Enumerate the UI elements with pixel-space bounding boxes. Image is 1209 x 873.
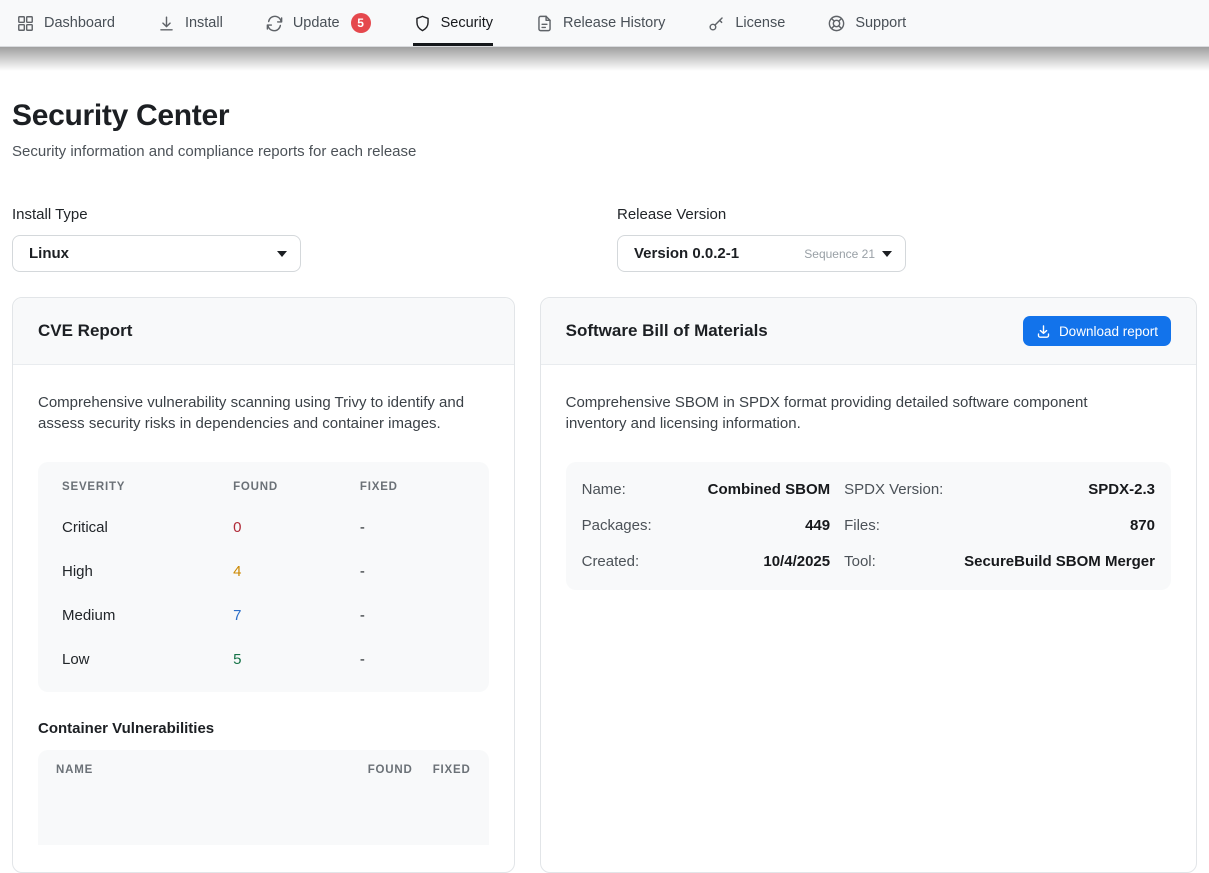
- filters-row: Install Type Linux Release Version Versi…: [12, 206, 1197, 272]
- container-vulnerabilities-title: Container Vulnerabilities: [38, 720, 489, 737]
- nav-item-dashboard[interactable]: Dashboard: [16, 0, 115, 46]
- sbom-files-label: Files:: [844, 508, 950, 544]
- release-version-select[interactable]: Version 0.0.2-1 Sequence 21: [617, 235, 906, 272]
- nav-label: Release History: [563, 15, 665, 31]
- sbom-tool-label: Tool:: [844, 544, 950, 580]
- chevron-down-icon: [277, 251, 287, 257]
- severity-fixed-count: -: [360, 563, 465, 580]
- download-icon: [1036, 324, 1051, 339]
- chevron-down-icon: [882, 251, 892, 257]
- nav-item-license[interactable]: License: [707, 0, 785, 46]
- page-title: Security Center: [12, 99, 1197, 133]
- severity-header-severity: SEVERITY: [62, 481, 233, 493]
- sbom-files-value: 870: [964, 508, 1155, 544]
- sequence-label: Sequence 21: [804, 247, 875, 261]
- severity-found-count: 4: [233, 563, 360, 580]
- install-type-label: Install Type: [12, 206, 592, 223]
- nav-label: Update: [293, 15, 340, 31]
- release-version-meta-group: Sequence 21: [804, 247, 892, 261]
- severity-table: SEVERITY FOUND FIXED Critical 0 - High 4…: [38, 462, 489, 692]
- severity-found-count: 0: [233, 519, 360, 536]
- header-shadow: [0, 47, 1209, 71]
- nav-item-support[interactable]: Support: [827, 0, 906, 46]
- sbom-name-label: Name:: [582, 472, 694, 508]
- cve-card-title: CVE Report: [38, 321, 132, 341]
- download-report-label: Download report: [1059, 324, 1158, 339]
- download-report-button[interactable]: Download report: [1023, 316, 1171, 346]
- nav-label: Security: [441, 15, 493, 31]
- cve-report-card: CVE Report Comprehensive vulnerability s…: [12, 297, 515, 873]
- update-count-badge: 5: [351, 13, 371, 33]
- document-icon: [535, 14, 554, 33]
- severity-row-high: High 4 -: [38, 550, 489, 594]
- severity-name: Critical: [62, 519, 233, 536]
- sbom-spdx-version-label: SPDX Version:: [844, 472, 950, 508]
- download-icon: [157, 14, 176, 33]
- cv-header-name: NAME: [56, 764, 337, 776]
- sbom-description: Comprehensive SBOM in SPDX format provid…: [566, 392, 1091, 435]
- sbom-card-title: Software Bill of Materials: [566, 321, 768, 341]
- severity-fixed-count: -: [360, 519, 465, 536]
- severity-row-critical: Critical 0 -: [38, 506, 489, 550]
- sbom-name-value: Combined SBOM: [708, 472, 831, 508]
- nav-item-update[interactable]: Update 5: [265, 0, 371, 46]
- severity-fixed-count: -: [360, 651, 465, 668]
- sbom-created-label: Created:: [582, 544, 694, 580]
- sbom-created-value: 10/4/2025: [708, 544, 831, 580]
- severity-row-medium: Medium 7 -: [38, 594, 489, 638]
- sbom-spdx-version-value: SPDX-2.3: [964, 472, 1155, 508]
- cv-header-found: FOUND: [337, 764, 413, 776]
- lifebuoy-icon: [827, 14, 846, 33]
- nav-label: License: [735, 15, 785, 31]
- severity-found-count: 5: [233, 651, 360, 668]
- refresh-icon: [265, 14, 284, 33]
- sbom-packages-value: 449: [708, 508, 831, 544]
- release-version-label: Release Version: [617, 206, 1197, 223]
- sbom-card-body: Comprehensive SBOM in SPDX format provid…: [541, 365, 1196, 617]
- nav-item-install[interactable]: Install: [157, 0, 223, 46]
- install-type-value: Linux: [29, 245, 69, 262]
- severity-found-count: 7: [233, 607, 360, 624]
- top-navbar: Dashboard Install Update 5 Security Rele…: [0, 0, 1209, 47]
- severity-header-found: FOUND: [233, 481, 360, 493]
- cv-header-fixed: FIXED: [413, 764, 471, 776]
- cve-description: Comprehensive vulnerability scanning usi…: [38, 392, 489, 435]
- severity-table-header: SEVERITY FOUND FIXED: [38, 468, 489, 506]
- nav-label: Install: [185, 15, 223, 31]
- sbom-details-grid: Name: Combined SBOM SPDX Version: SPDX-2…: [566, 462, 1171, 590]
- severity-name: High: [62, 563, 233, 580]
- nav-item-security[interactable]: Security: [413, 0, 493, 46]
- container-vulnerabilities-table: NAME FOUND FIXED: [38, 750, 489, 845]
- severity-row-low: Low 5 -: [38, 638, 489, 682]
- main-content: Security Center Security information and…: [0, 99, 1209, 873]
- severity-header-fixed: FIXED: [360, 481, 465, 493]
- cve-card-body: Comprehensive vulnerability scanning usi…: [13, 365, 514, 872]
- grid-icon: [16, 14, 35, 33]
- install-type-select[interactable]: Linux: [12, 235, 301, 272]
- release-version-value: Version 0.0.2-1: [634, 245, 739, 262]
- severity-name: Low: [62, 651, 233, 668]
- shield-icon: [413, 14, 432, 33]
- sbom-tool-value: SecureBuild SBOM Merger: [964, 544, 1155, 580]
- install-type-filter: Install Type Linux: [12, 206, 592, 272]
- cve-card-header: CVE Report: [13, 298, 514, 365]
- severity-fixed-count: -: [360, 607, 465, 624]
- page-subtitle: Security information and compliance repo…: [12, 143, 1197, 160]
- sbom-card: Software Bill of Materials Download repo…: [540, 297, 1197, 873]
- severity-name: Medium: [62, 607, 233, 624]
- sbom-packages-label: Packages:: [582, 508, 694, 544]
- release-version-filter: Release Version Version 0.0.2-1 Sequence…: [617, 206, 1197, 272]
- key-icon: [707, 14, 726, 33]
- nav-label: Dashboard: [44, 15, 115, 31]
- nav-item-release-history[interactable]: Release History: [535, 0, 665, 46]
- container-vulnerabilities-header: NAME FOUND FIXED: [38, 750, 489, 791]
- nav-label: Support: [855, 15, 906, 31]
- sbom-card-header: Software Bill of Materials Download repo…: [541, 298, 1196, 365]
- cards-row: CVE Report Comprehensive vulnerability s…: [12, 297, 1197, 873]
